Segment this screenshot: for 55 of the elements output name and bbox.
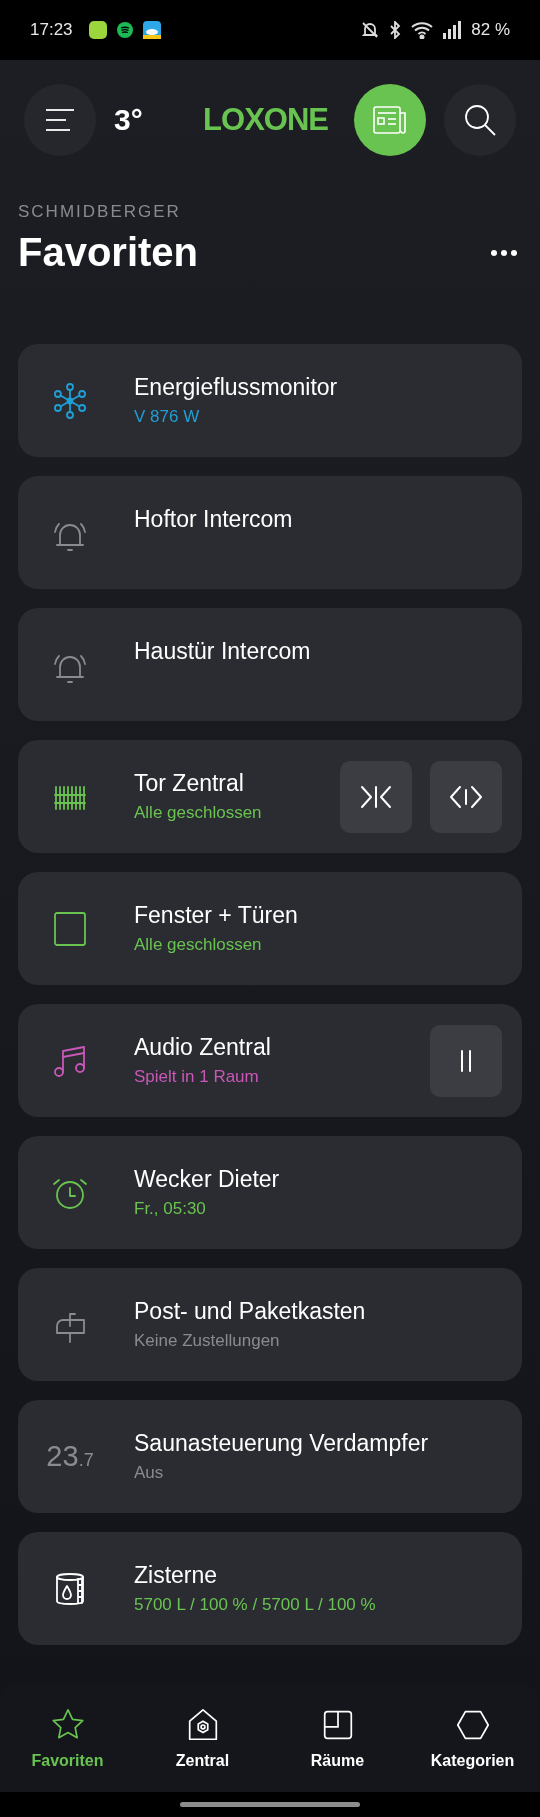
- nav-tab[interactable]: Favoriten: [0, 1705, 135, 1770]
- favorite-card[interactable]: 23.7 Saunasteuerung Verdampfer Aus: [18, 1400, 522, 1513]
- favorite-card[interactable]: Wecker Dieter Fr., 05:30: [18, 1136, 522, 1249]
- nav-tab[interactable]: Zentral: [135, 1705, 270, 1770]
- favorite-card[interactable]: Energieflussmonitor V 876 W: [18, 344, 522, 457]
- menu-icon: [44, 107, 76, 133]
- nav-tab[interactable]: Räume: [270, 1705, 405, 1770]
- favorite-card[interactable]: Haustür Intercom: [18, 608, 522, 721]
- card-title: Tor Zentral: [134, 770, 245, 797]
- page-title: Favoriten: [18, 230, 200, 275]
- search-icon: [463, 103, 497, 137]
- card-status: Aus: [134, 1463, 165, 1483]
- card-title: Saunasteuerung Verdampfer: [134, 1430, 430, 1457]
- pause-icon: [460, 1047, 472, 1074]
- location-name: SCHMIDBERGER: [18, 202, 182, 222]
- favorite-card[interactable]: Hoftor Intercom: [18, 476, 522, 589]
- newspaper-icon: [372, 105, 408, 135]
- close-gate-icon: [359, 783, 393, 810]
- card-status: Alle geschlossen: [134, 803, 263, 823]
- battery-level: 82 %: [471, 20, 510, 40]
- card-status: V 876 W: [134, 407, 201, 427]
- card-title: Wecker Dieter: [134, 1166, 281, 1193]
- card-title: Haustür Intercom: [134, 638, 312, 665]
- signal-icon: [443, 21, 462, 39]
- close-gate-button[interactable]: [340, 760, 412, 833]
- open-gate-button[interactable]: [430, 760, 502, 833]
- temperature-value: 23.7: [46, 1440, 94, 1473]
- card-status: Alle geschlossen: [134, 935, 263, 955]
- card-status: 5700 L / 100 % / 5700 L / 100 %: [134, 1595, 377, 1615]
- wifi-icon: [411, 21, 434, 39]
- card-status: Keine Zustellungen: [134, 1331, 281, 1351]
- favorite-card[interactable]: Fenster + Türen Alle geschlossen: [18, 872, 522, 985]
- card-title: Fenster + Türen: [134, 902, 299, 929]
- more-icon: [490, 248, 518, 257]
- favorite-card[interactable]: Tor Zentral Alle geschlossen: [18, 740, 522, 853]
- mute-icon: [361, 21, 380, 39]
- card-title: Post- und Paketkasten: [134, 1298, 367, 1325]
- card-title: Zisterne: [134, 1562, 219, 1589]
- outdoor-temperature: 3°: [114, 103, 143, 137]
- favorite-card[interactable]: Post- und Paketkasten Keine Zustellungen: [18, 1268, 522, 1381]
- card-status: Spielt in 1 Raum: [134, 1067, 260, 1087]
- card-title: Energieflussmonitor: [134, 374, 339, 401]
- weather-app-icon: [142, 21, 161, 39]
- card-title: Audio Zentral: [134, 1034, 272, 1061]
- nav-tab[interactable]: Kategorien: [405, 1705, 540, 1770]
- bluetooth-icon: [389, 21, 402, 39]
- app-notification-icon: [88, 21, 107, 39]
- card-title: Hoftor Intercom: [134, 506, 294, 533]
- card-status: Fr., 05:30: [134, 1199, 207, 1219]
- favorite-card[interactable]: Audio Zentral Spielt in 1 Raum: [18, 1004, 522, 1117]
- favorite-card[interactable]: Zisterne 5700 L / 100 % / 5700 L / 100 %: [18, 1532, 522, 1645]
- logo: LOXONE: [203, 102, 328, 138]
- open-gate-icon: [449, 783, 483, 810]
- clock: 17:23: [30, 20, 73, 40]
- music-app-icon: [116, 22, 133, 38]
